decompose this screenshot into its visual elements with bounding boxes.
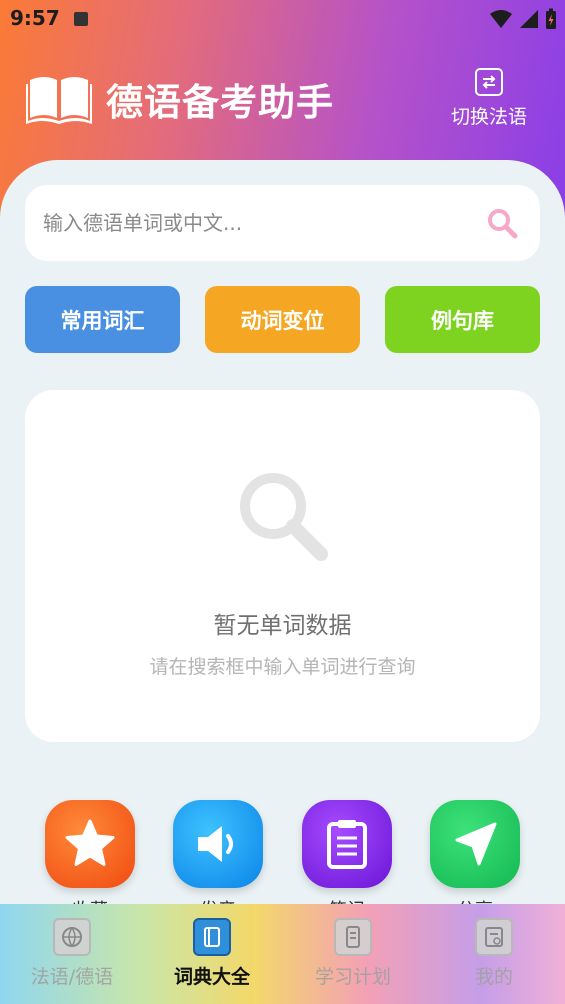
bottom-nav: 法语/德语 词典大全 学习计划 我的 — [0, 904, 565, 1004]
notes-button[interactable] — [302, 800, 392, 888]
switch-language-button[interactable]: 切换法语 — [449, 68, 529, 129]
profile-icon — [475, 918, 513, 956]
open-book-icon — [26, 77, 92, 124]
nav-label-french-german: 法语/德语 — [30, 966, 114, 988]
nav-label-dictionary: 词典大全 — [173, 966, 250, 988]
dictionary-icon — [193, 918, 231, 956]
status-bar: 9:57 — [0, 0, 565, 36]
search-icon[interactable] — [486, 207, 518, 239]
app-notification-icon — [74, 12, 88, 26]
nav-item-study-plan[interactable]: 学习计划 — [283, 918, 423, 989]
swap-icon — [475, 68, 503, 96]
empty-state-subtitle: 请在搜索框中输入单词进行查询 — [149, 656, 416, 678]
send-icon — [455, 822, 497, 866]
search-box — [25, 185, 540, 261]
action-row: 收藏 发音 笔记 分享 — [0, 800, 565, 921]
verb-conjugation-button[interactable]: 动词变位 — [205, 286, 360, 353]
title-row: 德语备考助手 — [26, 72, 334, 126]
app-title: 德语备考助手 — [106, 81, 334, 124]
example-sentences-button[interactable]: 例句库 — [385, 286, 540, 353]
main-content: 常用词汇 动词变位 例句库 暂无单词数据 请在搜索框中输入单词进行查询 收藏 发… — [0, 160, 565, 1004]
empty-search-icon — [240, 473, 328, 561]
common-vocab-button[interactable]: 常用词汇 — [25, 286, 180, 353]
nav-label-study-plan: 学习计划 — [314, 966, 391, 988]
wifi-icon — [490, 10, 512, 28]
switch-language-label: 切换法语 — [450, 106, 527, 128]
favorite-button[interactable] — [45, 800, 135, 888]
signal-icon — [520, 10, 538, 28]
pronounce-button[interactable] — [173, 800, 263, 888]
nav-item-french-german[interactable]: 法语/德语 — [2, 918, 142, 989]
speaker-icon — [198, 826, 233, 862]
nav-label-profile: 我的 — [474, 966, 513, 988]
star-icon — [65, 819, 115, 866]
results-card: 暂无单词数据 请在搜索框中输入单词进行查询 — [25, 390, 540, 742]
search-input[interactable] — [43, 203, 463, 243]
nav-item-profile[interactable]: 我的 — [424, 918, 564, 989]
status-icons — [489, 8, 557, 30]
plan-icon — [334, 918, 372, 956]
quick-buttons: 常用词汇 动词变位 例句库 — [25, 286, 540, 353]
notepad-icon — [327, 820, 367, 869]
status-time: 9:57 — [10, 6, 60, 30]
globe-icon — [53, 918, 91, 956]
share-button[interactable] — [430, 800, 520, 888]
battery-icon — [546, 8, 556, 29]
nav-item-dictionary[interactable]: 词典大全 — [142, 918, 282, 989]
empty-state-title: 暂无单词数据 — [213, 613, 352, 639]
